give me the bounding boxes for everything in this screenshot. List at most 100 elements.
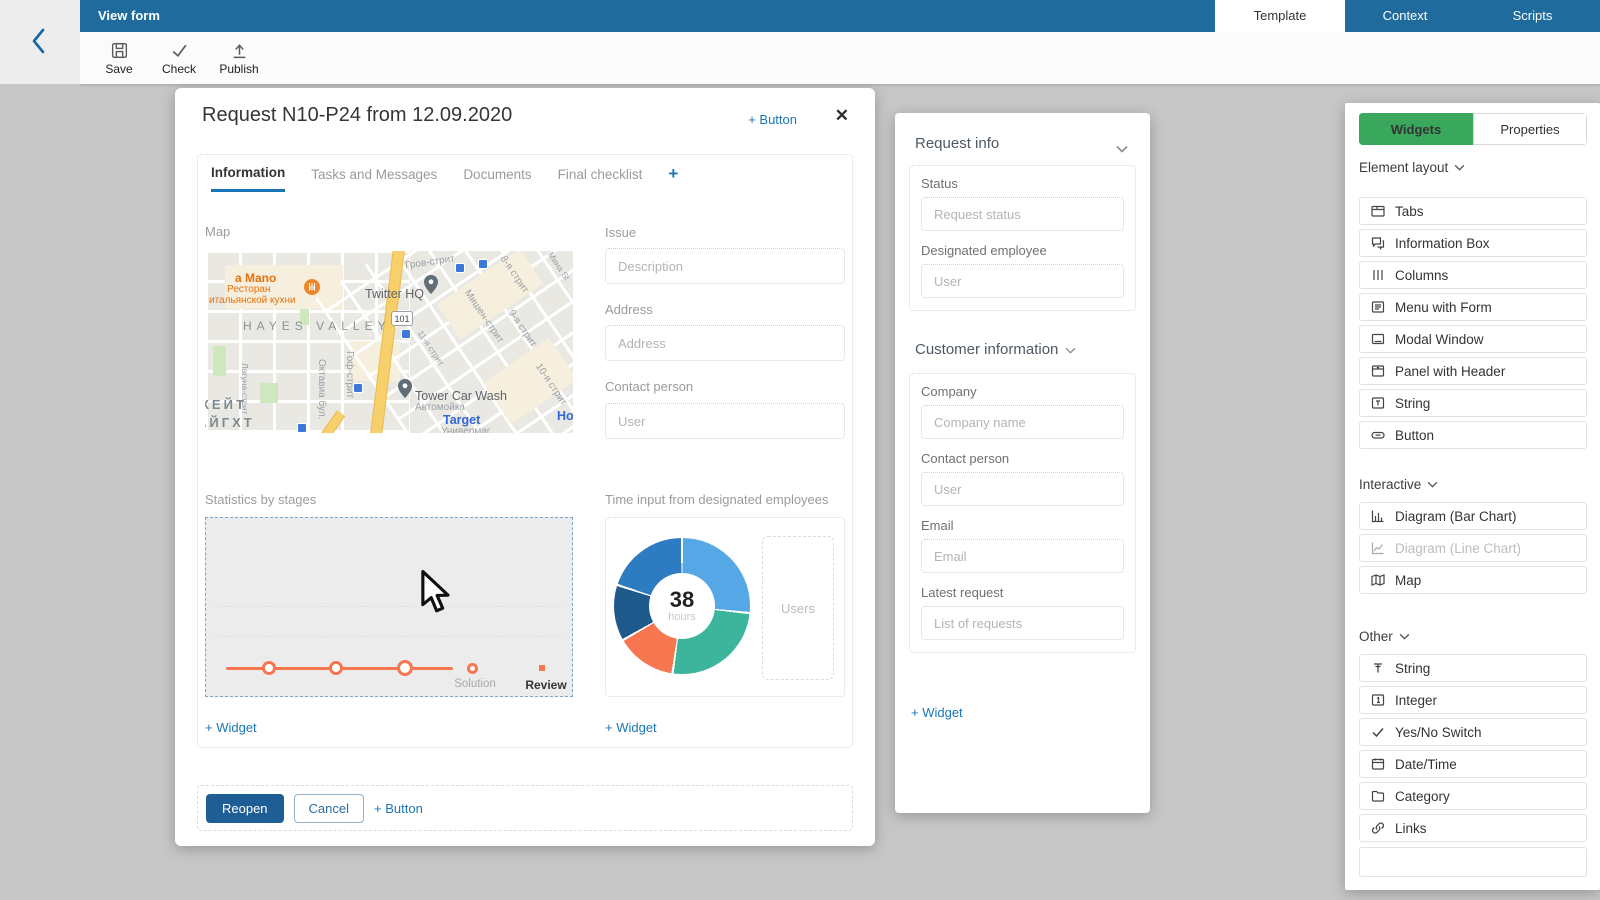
back-icon[interactable]: [28, 26, 50, 61]
tab-template[interactable]: Template: [1215, 0, 1345, 32]
reopen-button[interactable]: Reopen: [206, 794, 284, 823]
add-tab-button[interactable]: +: [668, 164, 678, 193]
close-icon[interactable]: ✕: [835, 106, 849, 126]
section-element-layout[interactable]: Element layout: [1359, 160, 1465, 175]
map-label-carwash-desc: Автомойка: [415, 402, 465, 413]
transit-icon: [401, 329, 411, 339]
map-label-carwash: Tower Car Wash: [415, 389, 507, 403]
twitter-pin-icon: [424, 275, 438, 299]
widget-item-label: Button: [1395, 428, 1434, 443]
gridline: [214, 636, 564, 637]
widget-item-modal-window[interactable]: Modal Window: [1359, 325, 1587, 353]
chevron-down-icon: [1427, 481, 1438, 488]
widget-item-string-layout[interactable]: String: [1359, 389, 1587, 417]
customer-information-group[interactable]: Company Company name Contact person User…: [909, 373, 1136, 653]
widget-item-empty[interactable]: [1359, 847, 1587, 877]
widget-item-tabs[interactable]: Tabs: [1359, 197, 1587, 225]
latest-request-field[interactable]: List of requests: [921, 606, 1124, 640]
section-element-layout-text: Element layout: [1359, 160, 1448, 175]
chevron-down-icon[interactable]: [1116, 140, 1128, 158]
stage-point-square: [539, 665, 545, 671]
bar-chart-icon: [1370, 508, 1386, 524]
map-park: [213, 346, 226, 376]
save-icon: [110, 41, 129, 60]
donut-chart-widget[interactable]: 38 hours Users: [605, 517, 845, 697]
widget-item-yes-no-switch[interactable]: Yes/No Switch: [1359, 718, 1587, 746]
form-tab-tasks[interactable]: Tasks and Messages: [311, 167, 437, 191]
map-park: [260, 383, 278, 403]
request-info-title: Request info: [915, 135, 999, 152]
line-chart-widget[interactable]: Solution Review: [205, 517, 573, 697]
widget-item-integer[interactable]: Integer: [1359, 686, 1587, 714]
form-tab-documents[interactable]: Documents: [463, 167, 531, 191]
widget-item-label: Information Box: [1395, 236, 1490, 251]
section-other[interactable]: Other: [1359, 629, 1410, 644]
contact-person-field[interactable]: User: [605, 403, 845, 439]
widget-item-panel-with-header[interactable]: Panel with Header: [1359, 357, 1587, 385]
widget-item-diagram-line[interactable]: Diagram (Line Chart): [1359, 534, 1587, 562]
corner-block: [0, 0, 80, 84]
map-widget[interactable]: 101 a Mano Ресторан итальянской кухни Tw…: [205, 251, 573, 433]
widget-item-label: String: [1395, 396, 1430, 411]
company-label: Company: [921, 384, 1124, 399]
donut-legend-placeholder[interactable]: Users: [762, 536, 834, 680]
widget-item-menu-with-form[interactable]: Menu with Form: [1359, 293, 1587, 321]
modal-title: Request N10-P24 from 12.09.2020: [202, 104, 512, 127]
tab-scripts[interactable]: Scripts: [1465, 0, 1600, 32]
transit-icon: [297, 423, 307, 433]
address-field[interactable]: Address: [605, 325, 845, 361]
designated-employee-label: Designated employee: [921, 243, 1124, 258]
form-builder-screen: View form Template Context Scripts Save …: [0, 0, 1600, 900]
stage-marker: [262, 661, 276, 675]
add-widget-link-panel[interactable]: + Widget: [911, 705, 963, 720]
widget-item-button[interactable]: Button: [1359, 421, 1587, 449]
tab-widgets[interactable]: Widgets: [1359, 113, 1473, 145]
widget-item-columns[interactable]: Columns: [1359, 261, 1587, 289]
contact-person-field-2[interactable]: User: [921, 472, 1124, 506]
widget-item-label: Panel with Header: [1395, 364, 1505, 379]
widget-item-label: Diagram (Line Chart): [1395, 541, 1521, 556]
publish-button[interactable]: Publish: [214, 35, 264, 81]
widget-item-information-box[interactable]: Information Box: [1359, 229, 1587, 257]
company-field[interactable]: Company name: [921, 405, 1124, 439]
check-button[interactable]: Check: [154, 35, 204, 81]
section-interactive[interactable]: Interactive: [1359, 477, 1438, 492]
map-label-restaurant-desc2: итальянской кухни: [209, 295, 296, 306]
street-label: Лагуна-стрит: [240, 363, 250, 414]
widget-item-category[interactable]: Category: [1359, 782, 1587, 810]
tab-properties[interactable]: Properties: [1473, 113, 1587, 145]
menu-with-form-icon: [1370, 299, 1386, 315]
button-icon: [1370, 427, 1386, 443]
line-chart-icon: [1370, 540, 1386, 556]
request-info-group[interactable]: Status Request status Designated employe…: [909, 165, 1136, 311]
add-widget-link-left[interactable]: + Widget: [205, 720, 257, 735]
stage-marker: [397, 660, 413, 676]
page-title: View form: [98, 0, 160, 32]
widget-item-map[interactable]: Map: [1359, 566, 1587, 594]
widget-item-date-time[interactable]: Date/Time: [1359, 750, 1587, 778]
email-field[interactable]: Email: [921, 539, 1124, 573]
tab-context[interactable]: Context: [1345, 0, 1465, 32]
donut-chart: 38 hours: [614, 538, 750, 674]
route-101-shield: 101: [391, 311, 413, 326]
save-button[interactable]: Save: [94, 35, 144, 81]
issue-field[interactable]: Description: [605, 248, 845, 284]
email-label: Email: [921, 518, 1124, 533]
text-icon: [1370, 660, 1386, 676]
widget-item-links[interactable]: Links: [1359, 814, 1587, 842]
chevron-down-icon: [1454, 164, 1465, 171]
address-label: Address: [605, 302, 653, 317]
cancel-button[interactable]: Cancel: [294, 794, 364, 823]
designated-employee-field[interactable]: User: [921, 264, 1124, 298]
add-footer-button-link[interactable]: + Button: [374, 801, 423, 816]
status-field[interactable]: Request status: [921, 197, 1124, 231]
add-header-button-link[interactable]: + Button: [748, 112, 797, 127]
widget-item-string-other[interactable]: String: [1359, 654, 1587, 682]
form-tab-information[interactable]: Information: [211, 165, 285, 192]
add-widget-link-right[interactable]: + Widget: [605, 720, 657, 735]
street-label: Гоф-стрит: [344, 351, 355, 398]
top-bar: View form Template Context Scripts: [80, 0, 1600, 32]
map-label-target: Target: [443, 413, 480, 427]
widget-item-diagram-bar[interactable]: Diagram (Bar Chart): [1359, 502, 1587, 530]
form-tab-final-checklist[interactable]: Final checklist: [558, 167, 643, 191]
